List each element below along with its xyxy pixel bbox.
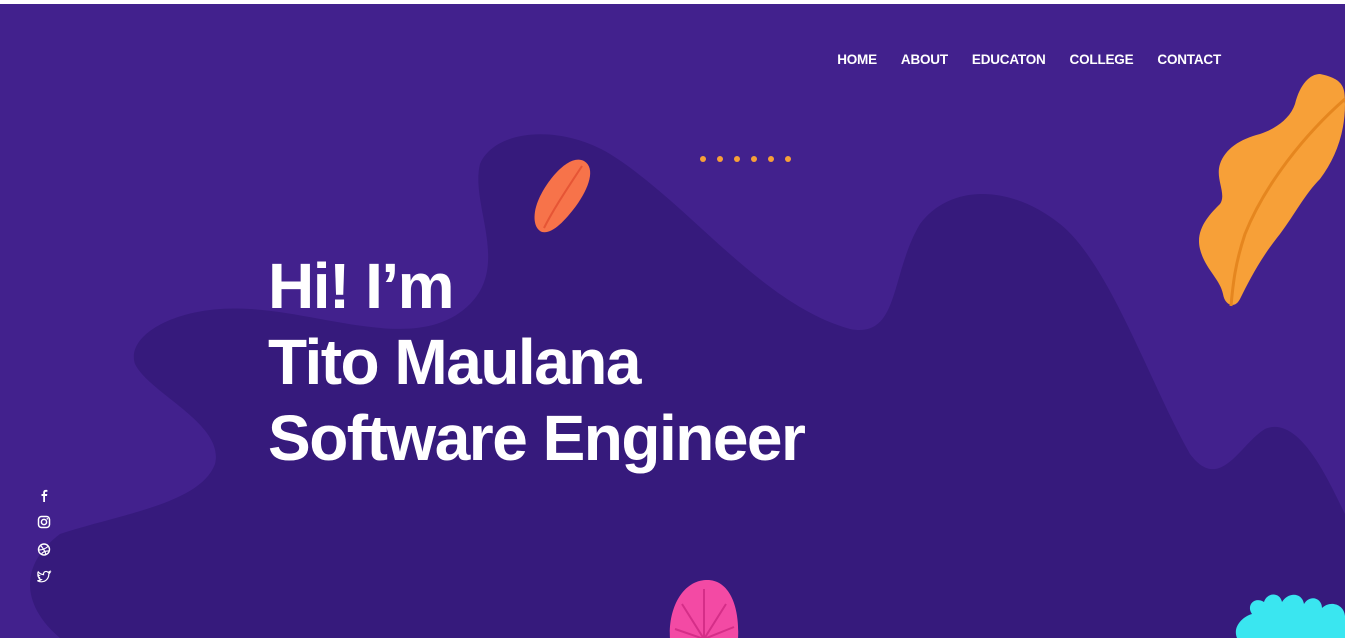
hero-name: Tito Maulana (268, 326, 641, 398)
dot (751, 156, 757, 162)
dot (785, 156, 791, 162)
nav-home[interactable]: HOME (837, 52, 877, 67)
instagram-icon[interactable] (36, 515, 52, 530)
nav-about[interactable]: ABOUT (901, 52, 948, 67)
dot (734, 156, 740, 162)
dot (717, 156, 723, 162)
main-nav: HOME ABOUT EDUCATON COLLEGE CONTACT (837, 52, 1221, 67)
dot (700, 156, 706, 162)
social-links (36, 488, 52, 584)
dribbble-icon[interactable] (36, 542, 52, 557)
twitter-icon[interactable] (36, 569, 52, 584)
nav-college[interactable]: COLLEGE (1070, 52, 1134, 67)
hero-greeting: Hi! I’m (268, 250, 455, 322)
nav-education[interactable]: EDUCATON (972, 52, 1046, 67)
facebook-icon[interactable] (36, 488, 52, 503)
hero-role: Software Engineer (268, 402, 806, 474)
hero-section: HOME ABOUT EDUCATON COLLEGE CONTACT Hi! … (0, 4, 1345, 638)
orange-leaf (1199, 74, 1345, 307)
hero-headline: Hi! I’m Tito Maulana Software Engineer (268, 248, 806, 476)
nav-contact[interactable]: CONTACT (1157, 52, 1221, 67)
dot (768, 156, 774, 162)
decorative-dots (700, 156, 791, 162)
